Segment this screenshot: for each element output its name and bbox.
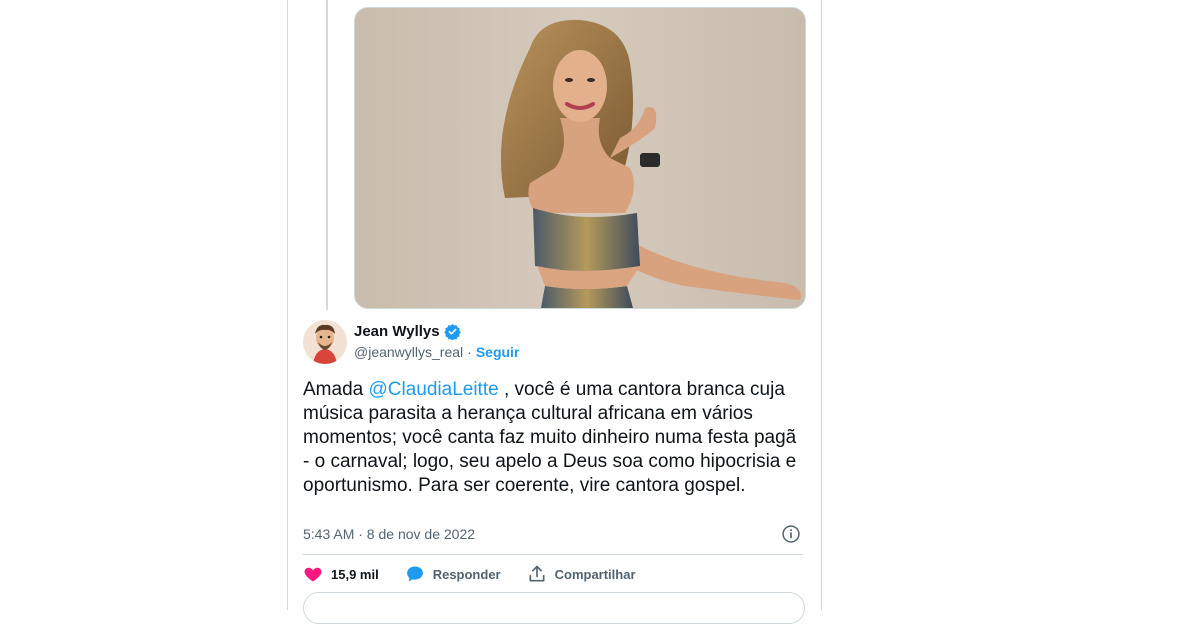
tweet-divider — [303, 554, 803, 555]
follow-button[interactable]: Seguir — [476, 344, 520, 360]
tweet-timestamp[interactable]: 5:43 AM · 8 de nov de 2022 — [303, 526, 475, 542]
share-icon — [529, 565, 545, 582]
likes-count: 15,9 mil — [331, 566, 379, 582]
share-label: Compartilhar — [554, 566, 636, 582]
woman-posing-photo — [355, 8, 805, 308]
author-handle[interactable]: @jeanwyllys_real — [354, 344, 463, 360]
tweet-body: Amada @ClaudiaLeitte , você é uma cantor… — [303, 378, 803, 498]
read-replies-button[interactable] — [303, 592, 805, 624]
caricature-avatar-icon — [303, 320, 347, 364]
reply-button[interactable]: Responder — [405, 564, 501, 584]
author-name[interactable]: Jean Wyllys — [354, 323, 440, 340]
info-icon[interactable] — [781, 524, 801, 544]
share-button[interactable]: Compartilhar — [527, 564, 636, 584]
author-avatar[interactable] — [303, 320, 347, 364]
tweet-actions-bar: 15,9 mil Responder Compartilhar — [303, 564, 636, 584]
tweet-text-before: Amada — [303, 379, 369, 400]
author-handle-row: @jeanwyllys_real · Seguir — [354, 344, 519, 360]
tweet-media-image[interactable] — [354, 7, 806, 309]
mention-link[interactable]: @ClaudiaLeitte — [368, 379, 498, 400]
reply-bubble-icon — [406, 566, 423, 582]
thread-connector-line — [326, 0, 328, 310]
verified-badge-icon — [443, 324, 461, 340]
separator-dot: · — [467, 344, 472, 360]
reply-label: Responder — [432, 566, 501, 582]
author-name-row: Jean Wyllys — [354, 323, 461, 340]
like-button[interactable]: 15,9 mil — [303, 564, 379, 584]
heart-icon — [304, 567, 322, 582]
